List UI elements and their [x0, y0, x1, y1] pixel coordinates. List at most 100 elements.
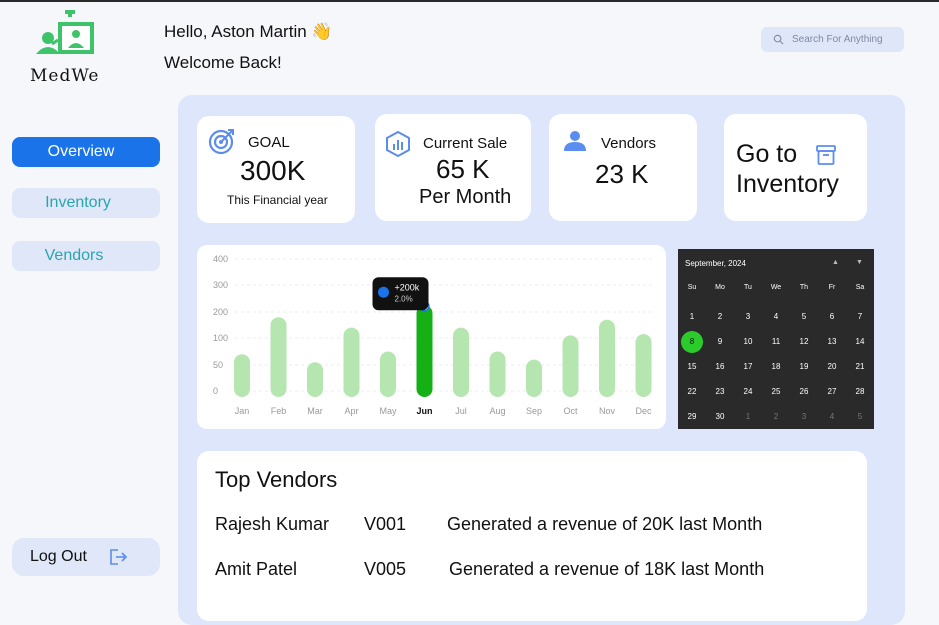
weekday-label: Sa	[855, 284, 865, 291]
bar-sep	[526, 359, 542, 397]
calendar-day[interactable]: 18	[762, 354, 790, 379]
bar-jun	[416, 305, 433, 397]
bar-nov	[599, 319, 615, 397]
calendar-day[interactable]: 2	[706, 304, 734, 329]
weekday-label: Mo	[715, 284, 725, 291]
calendar-next-icon[interactable]: ▼	[856, 259, 863, 266]
vendor-revenue: Generated a revenue of 18K last Month	[449, 559, 765, 579]
inventory-link-line2[interactable]: Inventory	[736, 170, 839, 199]
logout-icon	[110, 549, 128, 565]
calendar-day[interactable]: 24	[734, 379, 762, 404]
goal-value: 300K	[240, 155, 306, 186]
logout-button[interactable]: Log Out	[12, 538, 160, 576]
calendar-day[interactable]: 22	[678, 379, 706, 404]
calendar-day[interactable]: 29	[678, 404, 706, 429]
sidebar-item-label: Vendors	[44, 247, 104, 264]
calendar-day[interactable]: 1	[734, 404, 762, 429]
calendar-day[interactable]: 12	[790, 329, 818, 354]
calendar-day[interactable]: 1	[678, 304, 706, 329]
vendor-id: V001	[364, 514, 407, 534]
calendar-grid: Su Mo Tu We Th Fr Sa 1 2 3 4 5 6 7 8 9 10 11 12 13 14 15 16 17 1…	[678, 281, 874, 429]
calendar-day[interactable]: 2	[762, 404, 790, 429]
calendar-day[interactable]: 26	[790, 379, 818, 404]
monthly-bar-chart: 0 50 100 200 300 400 Jan Feb Mar Apr May Jun +200k 2.…	[197, 245, 666, 429]
calendar-day[interactable]: 6	[818, 304, 846, 329]
calendar-day[interactable]: 5	[846, 404, 874, 429]
y-tick-label: 100	[213, 333, 228, 343]
window-top-border	[0, 0, 939, 2]
x-tick-label: Feb	[271, 406, 287, 416]
user-icon	[564, 131, 586, 151]
y-tick-label: 0	[213, 386, 218, 396]
calendar-day[interactable]: 20	[818, 354, 846, 379]
target-icon	[208, 129, 234, 155]
vendor-id: V005	[364, 559, 407, 579]
x-tick-label: Aug	[489, 406, 505, 416]
weekday-label: Su	[687, 284, 697, 291]
calendar-day[interactable]: 3	[734, 304, 762, 329]
x-tick-label: Jun	[416, 406, 432, 416]
calendar-day[interactable]: 17	[734, 354, 762, 379]
sidebar-item-overview[interactable]: Overview	[12, 137, 160, 167]
calendar-day[interactable]: 28	[846, 379, 874, 404]
bar-feb	[270, 317, 287, 397]
x-tick-label: Nov	[599, 406, 616, 416]
y-tick-label: 50	[213, 360, 223, 370]
bar-aug	[489, 351, 506, 397]
x-tick-label: Jul	[455, 406, 467, 416]
search-icon	[773, 34, 784, 45]
greeting-text: Hello, Aston Martin 👋	[164, 22, 333, 41]
calendar-day[interactable]: 30	[706, 404, 734, 429]
x-tick-label: Sep	[526, 406, 542, 416]
sale-label: Current Sale	[423, 135, 508, 152]
selected-day[interactable]: 8	[681, 330, 703, 353]
calendar-day[interactable]: 11	[762, 329, 790, 354]
calendar-day[interactable]: 7	[846, 304, 874, 329]
calendar-day[interactable]: 19	[790, 354, 818, 379]
inventory-link-line1[interactable]: Go to	[736, 140, 797, 169]
bar-oct	[562, 335, 579, 397]
search-input[interactable]	[792, 34, 892, 45]
calendar-day[interactable]: 16	[706, 354, 734, 379]
sidebar-item-label: Overview	[47, 143, 115, 160]
bar-apr	[343, 327, 360, 397]
calendar-day[interactable]: 4	[762, 304, 790, 329]
top-vendors-card: Top Vendors Rajesh Kumar V001 Generated …	[197, 451, 867, 621]
calendar-day[interactable]: 3	[790, 404, 818, 429]
bar-jul	[453, 327, 469, 397]
calendar-day[interactable]: 15	[678, 354, 706, 379]
app-name: MedWe	[30, 66, 100, 86]
calendar-prev-icon[interactable]: ▲	[832, 259, 839, 266]
logout-label: Log Out	[30, 548, 87, 565]
y-tick-label: 300	[213, 280, 228, 290]
goal-label: GOAL	[248, 134, 290, 151]
calendar-day[interactable]: 13	[818, 329, 846, 354]
chart-svg: 0 50 100 200 300 400 Jan Feb Mar Apr May Jun +200k 2.…	[213, 254, 652, 416]
x-tick-label: Jan	[235, 406, 250, 416]
y-tick-label: 200	[213, 307, 228, 317]
search-box[interactable]	[761, 27, 904, 52]
tooltip-value: +200k	[395, 282, 420, 292]
calendar-day[interactable]: 4	[818, 404, 846, 429]
calendar-day[interactable]: 25	[762, 379, 790, 404]
sale-sub: Per Month	[419, 186, 512, 208]
weekday-label: Th	[799, 284, 809, 291]
calendar-day[interactable]: 8	[678, 329, 706, 354]
sidebar-item-label: Inventory	[45, 194, 111, 211]
y-tick-label: 400	[213, 254, 228, 264]
bar-mar	[307, 362, 323, 397]
sidebar-item-vendors[interactable]: Vendors	[12, 241, 160, 271]
calendar-day[interactable]: 9	[706, 329, 734, 354]
calendar-day[interactable]: 14	[846, 329, 874, 354]
calendar-day[interactable]: 10	[734, 329, 762, 354]
calendar-day[interactable]: 23	[706, 379, 734, 404]
sidebar-item-inventory[interactable]: Inventory	[12, 188, 160, 218]
calendar-day[interactable]: 27	[818, 379, 846, 404]
weekday-label: Fr	[828, 284, 836, 291]
calendar-day[interactable]: 21	[846, 354, 874, 379]
calendar[interactable]: September, 2024 ▲ ▼ Su Mo Tu We Th Fr Sa 1 2 3 4 5 6…	[678, 249, 874, 429]
archive-box-icon	[816, 145, 836, 165]
chart-hexagon-icon	[386, 130, 410, 158]
calendar-day[interactable]: 5	[790, 304, 818, 329]
vendor-revenue: Generated a revenue of 20K last Month	[447, 514, 763, 534]
